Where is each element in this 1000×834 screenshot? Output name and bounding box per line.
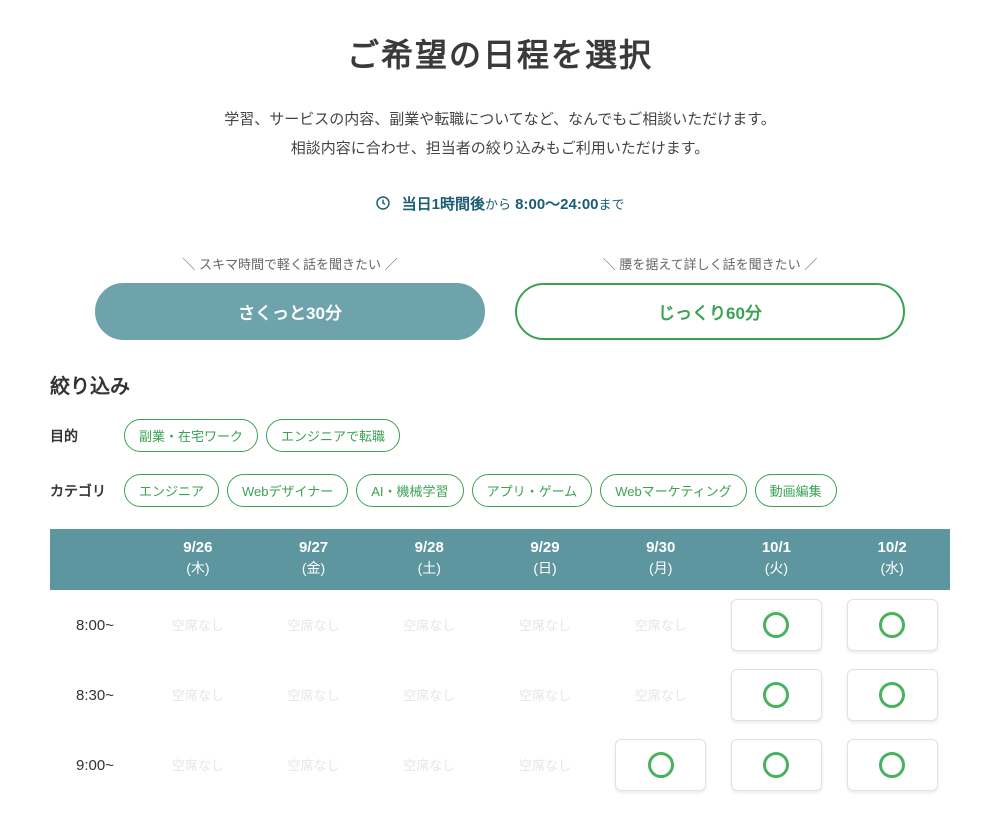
available-circle-icon — [648, 752, 674, 778]
available-circle-icon — [763, 682, 789, 708]
slot-full: 空席なし — [172, 618, 224, 633]
available-circle-icon — [879, 752, 905, 778]
slot-full: 空席なし — [519, 618, 571, 633]
slot-open-button[interactable] — [731, 669, 822, 721]
category-chip[interactable]: アプリ・ゲーム — [472, 474, 593, 507]
available-circle-icon — [879, 682, 905, 708]
available-hours: 当日1時間後から 8:00〜24:00まで — [50, 193, 950, 214]
time-label: 9:00~ — [50, 757, 140, 774]
available-circle-icon — [763, 612, 789, 638]
schedule-header-day: 10/1(火) — [719, 529, 835, 590]
slot-full: 空席なし — [635, 618, 687, 633]
description-line-1: 学習、サービスの内容、副業や転職についてなど、なんでもご相談いただけます。 — [50, 106, 950, 135]
purpose-chips: 副業・在宅ワークエンジニアで転職 — [124, 419, 400, 452]
category-chip[interactable]: Webデザイナー — [227, 474, 348, 507]
filter-purpose-label: 目的 — [50, 426, 112, 446]
slot-open-button[interactable] — [615, 739, 706, 791]
schedule-header-day: 9/28(土) — [371, 529, 487, 590]
description-line-2: 相談内容に合わせ、担当者の絞り込みもご利用いただけます。 — [50, 135, 950, 164]
page-title: ご希望の日程を選択 — [50, 30, 950, 76]
schedule-header-time-blank — [50, 529, 140, 590]
duration-30-tagline: ＼ スキマ時間で軽く話を聞きたい ／ — [95, 254, 485, 273]
slot-full: 空席なし — [172, 688, 224, 703]
schedule-row: 8:30~ 空席なし 空席なし 空席なし 空席なし 空席なし — [50, 660, 950, 730]
purpose-chip[interactable]: 副業・在宅ワーク — [124, 419, 258, 452]
description: 学習、サービスの内容、副業や転職についてなど、なんでもご相談いただけます。 相談… — [50, 106, 950, 163]
slot-open-button[interactable] — [731, 599, 822, 651]
category-chips: エンジニアWebデザイナーAI・機械学習アプリ・ゲームWebマーケティング動画編… — [124, 474, 837, 507]
schedule-row: 8:00~ 空席なし 空席なし 空席なし 空席なし 空席なし — [50, 590, 950, 660]
duration-30-button[interactable]: さくっと30分 — [95, 283, 485, 340]
slot-open-button[interactable] — [847, 599, 938, 651]
schedule-header-day: 9/27(金) — [256, 529, 372, 590]
category-chip[interactable]: エンジニア — [124, 474, 219, 507]
slot-full: 空席なし — [635, 688, 687, 703]
slot-full: 空席なし — [172, 758, 224, 773]
time-label: 8:30~ — [50, 687, 140, 704]
schedule-header-day: 9/29(日) — [487, 529, 603, 590]
hours-prefix: 当日1時間後 — [402, 196, 485, 213]
hours-range: 8:00〜24:00 — [515, 196, 598, 213]
slot-full: 空席なし — [288, 688, 340, 703]
available-circle-icon — [879, 612, 905, 638]
schedule-header-day: 10/2(水) — [834, 529, 950, 590]
schedule-header-day: 9/30(月) — [603, 529, 719, 590]
clock-icon — [375, 195, 391, 211]
slot-full: 空席なし — [519, 758, 571, 773]
filter-category-label: カテゴリ — [50, 481, 112, 501]
filter-heading: 絞り込み — [50, 370, 950, 399]
slot-full: 空席なし — [288, 758, 340, 773]
slot-full: 空席なし — [288, 618, 340, 633]
time-label: 8:00~ — [50, 617, 140, 634]
hours-suffix: まで — [599, 197, 625, 212]
schedule-row: 9:00~ 空席なし 空席なし 空席なし 空席なし — [50, 730, 950, 800]
category-chip[interactable]: Webマーケティング — [600, 474, 746, 507]
slot-full: 空席なし — [403, 688, 455, 703]
duration-60-tagline: ＼ 腰を据えて詳しく話を聞きたい ／ — [515, 254, 905, 273]
slot-full: 空席なし — [403, 758, 455, 773]
category-chip[interactable]: AI・機械学習 — [356, 474, 463, 507]
slot-full: 空席なし — [403, 618, 455, 633]
duration-60-button[interactable]: じっくり60分 — [515, 283, 905, 340]
purpose-chip[interactable]: エンジニアで転職 — [266, 419, 400, 452]
available-circle-icon — [763, 752, 789, 778]
schedule-header-day: 9/26(木) — [140, 529, 256, 590]
hours-mid: から — [485, 197, 511, 212]
slot-open-button[interactable] — [847, 669, 938, 721]
slot-open-button[interactable] — [847, 739, 938, 791]
category-chip[interactable]: 動画編集 — [755, 474, 837, 507]
slot-open-button[interactable] — [731, 739, 822, 791]
slot-full: 空席なし — [519, 688, 571, 703]
